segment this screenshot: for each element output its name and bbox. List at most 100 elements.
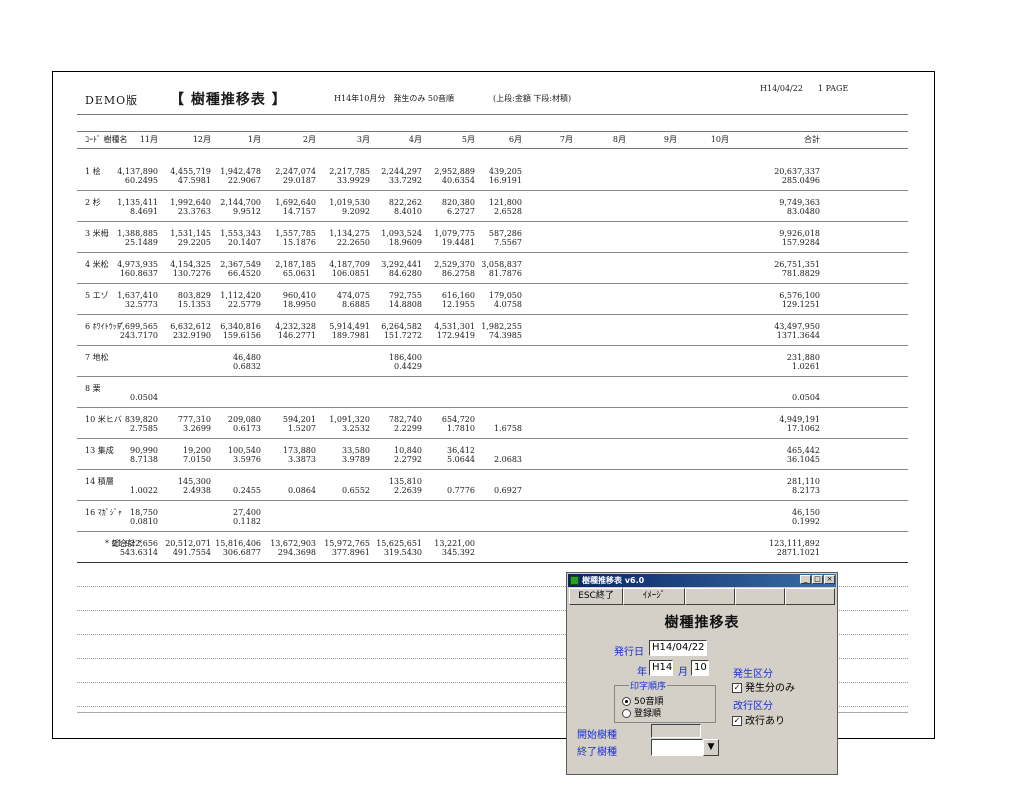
volume-cell: 3.3873 bbox=[288, 455, 316, 464]
row-rule bbox=[77, 469, 908, 470]
radio-selected-icon bbox=[622, 697, 631, 706]
checkmark-icon: ✓ bbox=[732, 716, 742, 726]
volume-cell: 0.6173 bbox=[233, 424, 261, 433]
end-species-label: 終了樹種 bbox=[577, 747, 617, 758]
volume-cell: 306.6877 bbox=[222, 548, 261, 557]
volume-cell: 3.5976 bbox=[233, 455, 261, 464]
volume-cell: 3.2532 bbox=[342, 424, 370, 433]
volume-cell: 294.3698 bbox=[277, 548, 316, 557]
volume-cell: 33.7292 bbox=[388, 176, 422, 185]
column-header: 7月 bbox=[559, 135, 573, 144]
volume-cell: 146.2771 bbox=[277, 331, 316, 340]
volume-cell: 151.7272 bbox=[383, 331, 422, 340]
row-rule bbox=[77, 531, 908, 532]
volume-cell: 543.6314 bbox=[119, 548, 158, 557]
volume-cell: 8.2173 bbox=[792, 486, 820, 495]
radio-icon bbox=[622, 709, 631, 718]
volume-cell: 36.1045 bbox=[786, 455, 820, 464]
row-rule bbox=[77, 345, 908, 346]
column-header: 3月 bbox=[356, 135, 370, 144]
row-rule bbox=[77, 438, 908, 439]
volume-cell: 74.3985 bbox=[488, 331, 522, 340]
image-button[interactable]: ｲﾒｰｼﾞ bbox=[623, 588, 685, 605]
volume-cell: 32.5773 bbox=[124, 300, 158, 309]
column-header: 11月 bbox=[139, 135, 158, 144]
checkmark-icon: ✓ bbox=[732, 683, 742, 693]
column-header: 10月 bbox=[710, 135, 729, 144]
volume-cell: 14.8808 bbox=[388, 300, 422, 309]
dialog-title: 樹種推移表 v6.0 bbox=[582, 576, 645, 585]
month-label: 月 bbox=[678, 667, 688, 678]
esc-exit-button[interactable]: ESC終了 bbox=[569, 588, 623, 605]
volume-cell: 0.4429 bbox=[394, 362, 422, 371]
volume-cell: 1.5207 bbox=[288, 424, 316, 433]
volume-cell: 0.6927 bbox=[494, 486, 522, 495]
row-rule bbox=[77, 221, 908, 222]
volume-cell: 22.2650 bbox=[336, 238, 370, 247]
volume-cell: 15.1876 bbox=[282, 238, 316, 247]
toolbar-button-empty-2[interactable] bbox=[735, 588, 785, 605]
volume-cell: 243.7170 bbox=[119, 331, 158, 340]
toolbar-button-empty-3[interactable] bbox=[785, 588, 835, 605]
linebreak-checkbox[interactable]: ✓ 改行あり bbox=[732, 712, 785, 727]
page-number: 1 PAGE bbox=[818, 84, 849, 93]
year-input[interactable]: H14 bbox=[649, 660, 673, 676]
column-header: 9月 bbox=[663, 135, 677, 144]
volume-cell: 84.6280 bbox=[388, 269, 422, 278]
legend-note: (上段:金額 下段:材積) bbox=[493, 94, 572, 103]
row-rule bbox=[77, 283, 908, 284]
row-rule bbox=[77, 407, 908, 408]
issue-date-input[interactable]: H14/04/22 bbox=[649, 640, 707, 656]
start-species-input[interactable] bbox=[651, 724, 701, 738]
end-species-select[interactable] bbox=[651, 739, 703, 756]
row-rule bbox=[77, 500, 908, 501]
volume-cell: 0.1182 bbox=[233, 517, 261, 526]
minimize-button[interactable]: _ bbox=[800, 575, 811, 584]
volume-cell: 1.0261 bbox=[792, 362, 820, 371]
issue-date-label: 発行日 bbox=[614, 647, 644, 658]
brand-label: DEMO版 bbox=[85, 94, 139, 107]
occurrence-checkbox[interactable]: ✓ 発生分のみ bbox=[732, 679, 795, 694]
volume-cell: 20.1407 bbox=[227, 238, 261, 247]
volume-cell: 17.1062 bbox=[786, 424, 820, 433]
volume-cell: 0.6832 bbox=[233, 362, 261, 371]
order-option-registration[interactable]: 登録順 bbox=[622, 706, 661, 719]
volume-cell: 81.7876 bbox=[488, 269, 522, 278]
volume-cell: 0.0504 bbox=[130, 393, 158, 402]
dropdown-arrow-icon[interactable]: ▼ bbox=[703, 739, 719, 756]
volume-cell: 1371.3644 bbox=[776, 331, 820, 340]
print-order-group: 印字順序 50音順 登録順 bbox=[614, 679, 716, 723]
header-rule bbox=[77, 114, 908, 115]
volume-cell: 160.8637 bbox=[119, 269, 158, 278]
row-rule bbox=[77, 190, 908, 191]
close-button[interactable]: × bbox=[824, 575, 835, 584]
dialog-titlebar[interactable]: 樹種推移表 v6.0 bbox=[568, 574, 836, 587]
volume-cell: 377.8961 bbox=[331, 548, 370, 557]
column-rule-bottom bbox=[77, 148, 908, 149]
volume-cell: 345.392 bbox=[441, 548, 475, 557]
month-input[interactable]: 10 bbox=[691, 660, 709, 676]
volume-cell: 1.6758 bbox=[494, 424, 522, 433]
year-label: 年 bbox=[637, 667, 647, 678]
volume-cell: 33.9929 bbox=[336, 176, 370, 185]
volume-cell: 0.6552 bbox=[342, 486, 370, 495]
volume-cell: 25.1489 bbox=[124, 238, 158, 247]
volume-cell: 0.0864 bbox=[288, 486, 316, 495]
volume-cell: 8.4691 bbox=[130, 207, 158, 216]
volume-cell: 2871.1021 bbox=[776, 548, 820, 557]
volume-cell: 0.2455 bbox=[233, 486, 261, 495]
volume-cell: 159.6156 bbox=[222, 331, 261, 340]
volume-cell: 129.1251 bbox=[781, 300, 820, 309]
start-species-label: 開始樹種 bbox=[577, 730, 617, 741]
report-date: H14/04/22 bbox=[760, 84, 803, 93]
volume-cell: 8.6885 bbox=[342, 300, 370, 309]
column-rule-top bbox=[77, 131, 908, 132]
volume-cell: 8.7138 bbox=[130, 455, 158, 464]
toolbar-button-empty-1[interactable] bbox=[685, 588, 735, 605]
print-dialog: 樹種推移表 v6.0 _ □ × ESC終了 ｲﾒｰｼﾞ 樹種推移表 発行日 H… bbox=[566, 572, 838, 775]
maximize-button[interactable]: □ bbox=[812, 575, 823, 584]
volume-cell: 0.0810 bbox=[130, 517, 158, 526]
volume-cell: 83.0480 bbox=[786, 207, 820, 216]
volume-cell: 0.0504 bbox=[792, 393, 820, 402]
volume-cell: 66.4520 bbox=[227, 269, 261, 278]
